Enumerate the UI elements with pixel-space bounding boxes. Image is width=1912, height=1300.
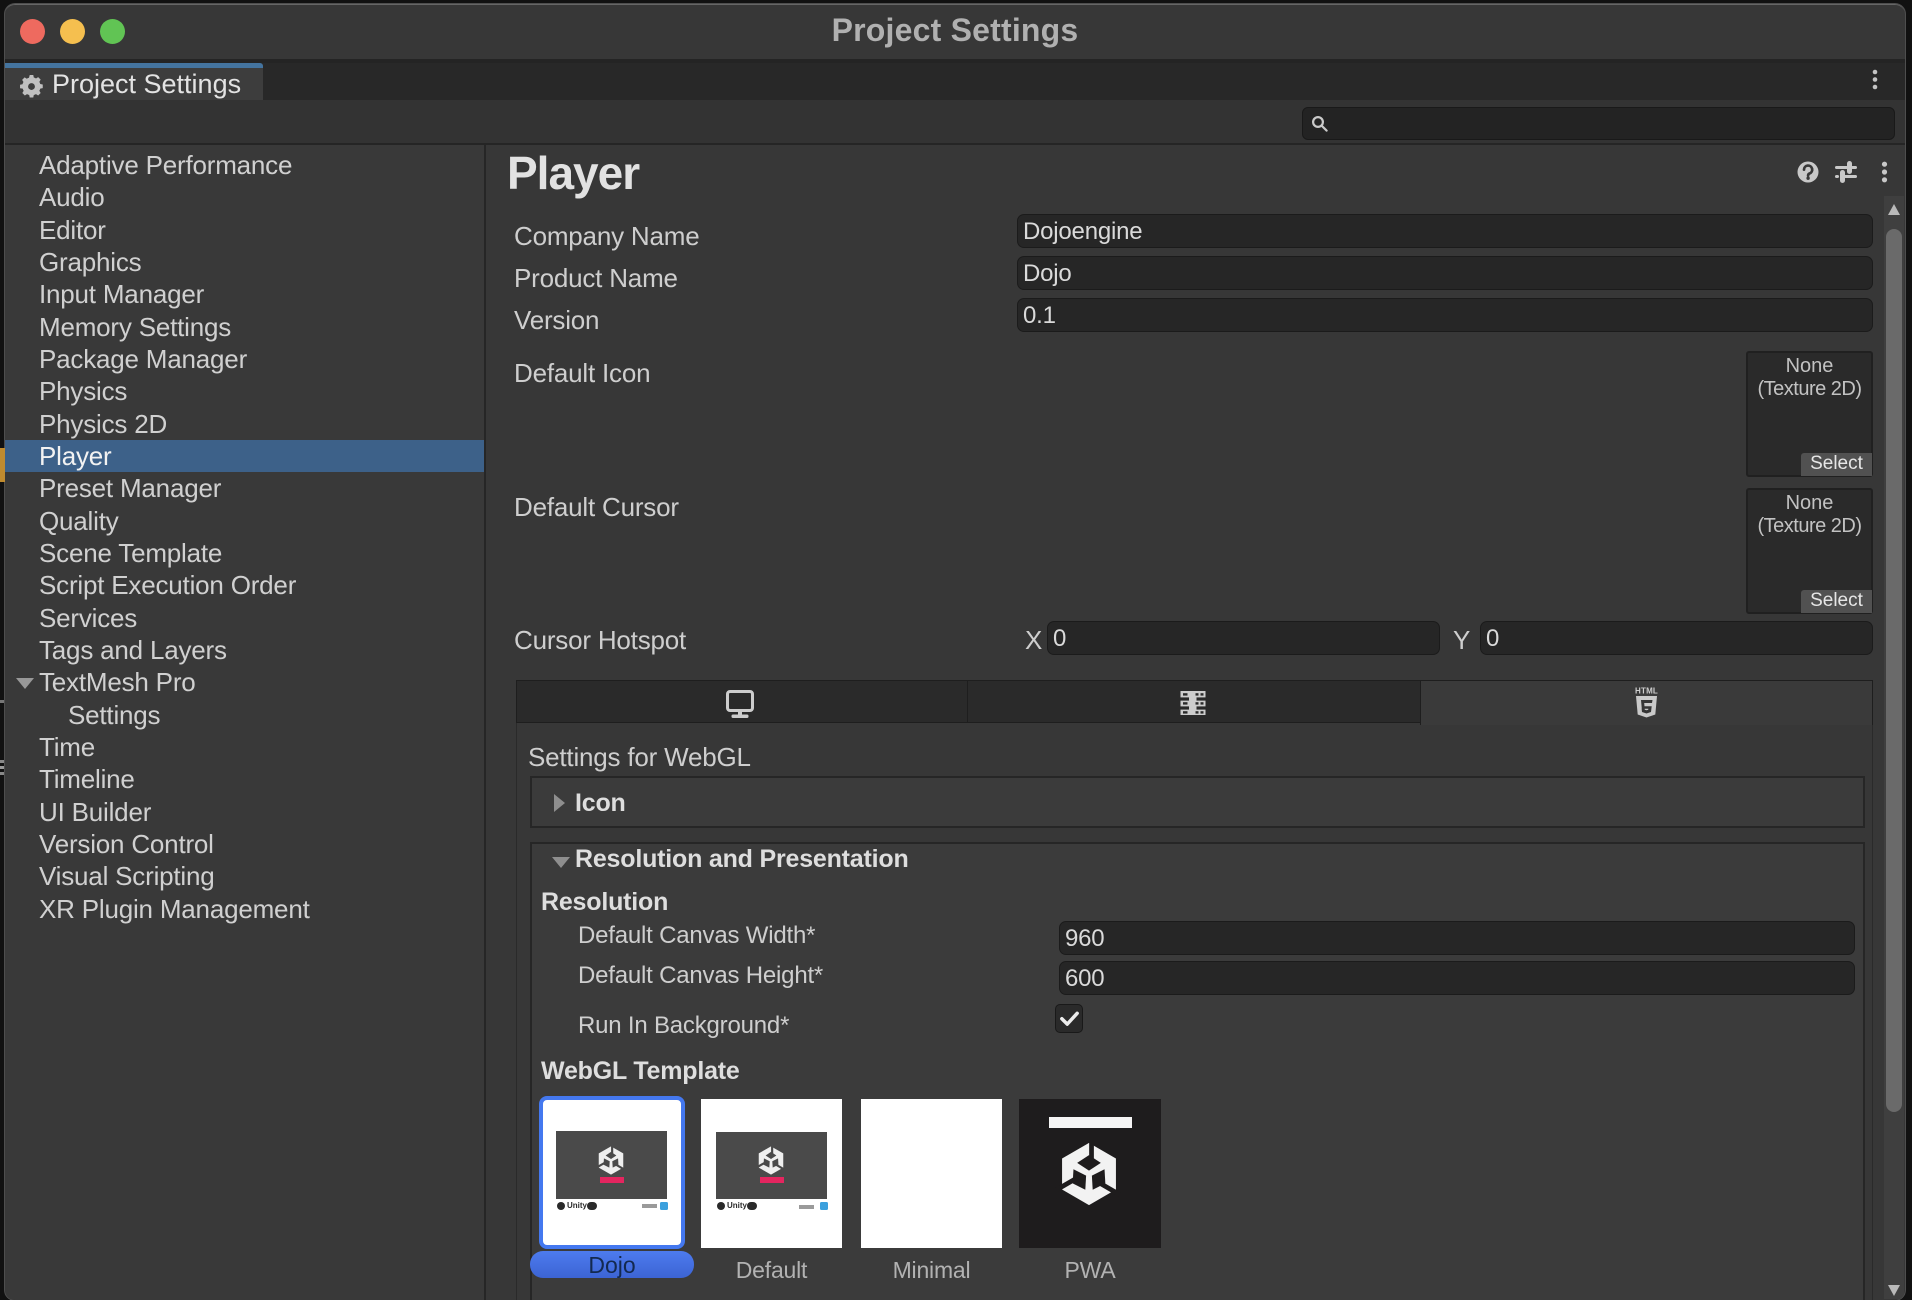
svg-text:HTML: HTML <box>1635 687 1658 696</box>
